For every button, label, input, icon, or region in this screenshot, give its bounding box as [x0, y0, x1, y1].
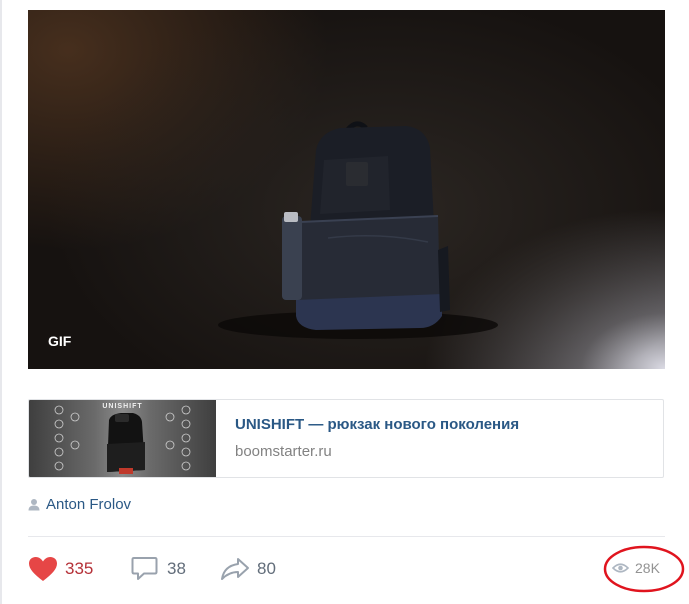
gif-media[interactable]: GIF: [28, 10, 665, 369]
gif-badge: GIF: [48, 333, 72, 349]
like-button[interactable]: 335: [28, 555, 93, 583]
share-button[interactable]: 80: [220, 555, 276, 583]
comment-icon: [131, 557, 158, 580]
comment-count: 38: [167, 559, 186, 578]
backpack-image: [218, 121, 498, 339]
actions-divider: [28, 536, 665, 537]
feed-left-border: [0, 0, 2, 604]
link-domain: boomstarter.ru: [235, 443, 332, 460]
user-icon: [28, 498, 40, 510]
heart-icon: [29, 557, 57, 581]
post-author[interactable]: Anton Frolov: [28, 495, 131, 513]
share-count: 80: [257, 559, 276, 578]
annotation-ellipse: [603, 545, 685, 593]
link-title[interactable]: UNISHIFT — рюкзак нового поколения: [235, 416, 519, 433]
link-attachment-card[interactable]: UNISHIFT UNISHIFT — рюкзак нового поколе…: [28, 399, 664, 478]
link-thumbnail[interactable]: UNISHIFT: [29, 400, 216, 477]
comment-button[interactable]: 38: [131, 555, 186, 583]
like-count: 335: [65, 559, 94, 578]
share-arrow-icon: [221, 558, 249, 580]
thumbnail-backpack-image: [54, 405, 191, 474]
author-name[interactable]: Anton Frolov: [46, 496, 131, 513]
